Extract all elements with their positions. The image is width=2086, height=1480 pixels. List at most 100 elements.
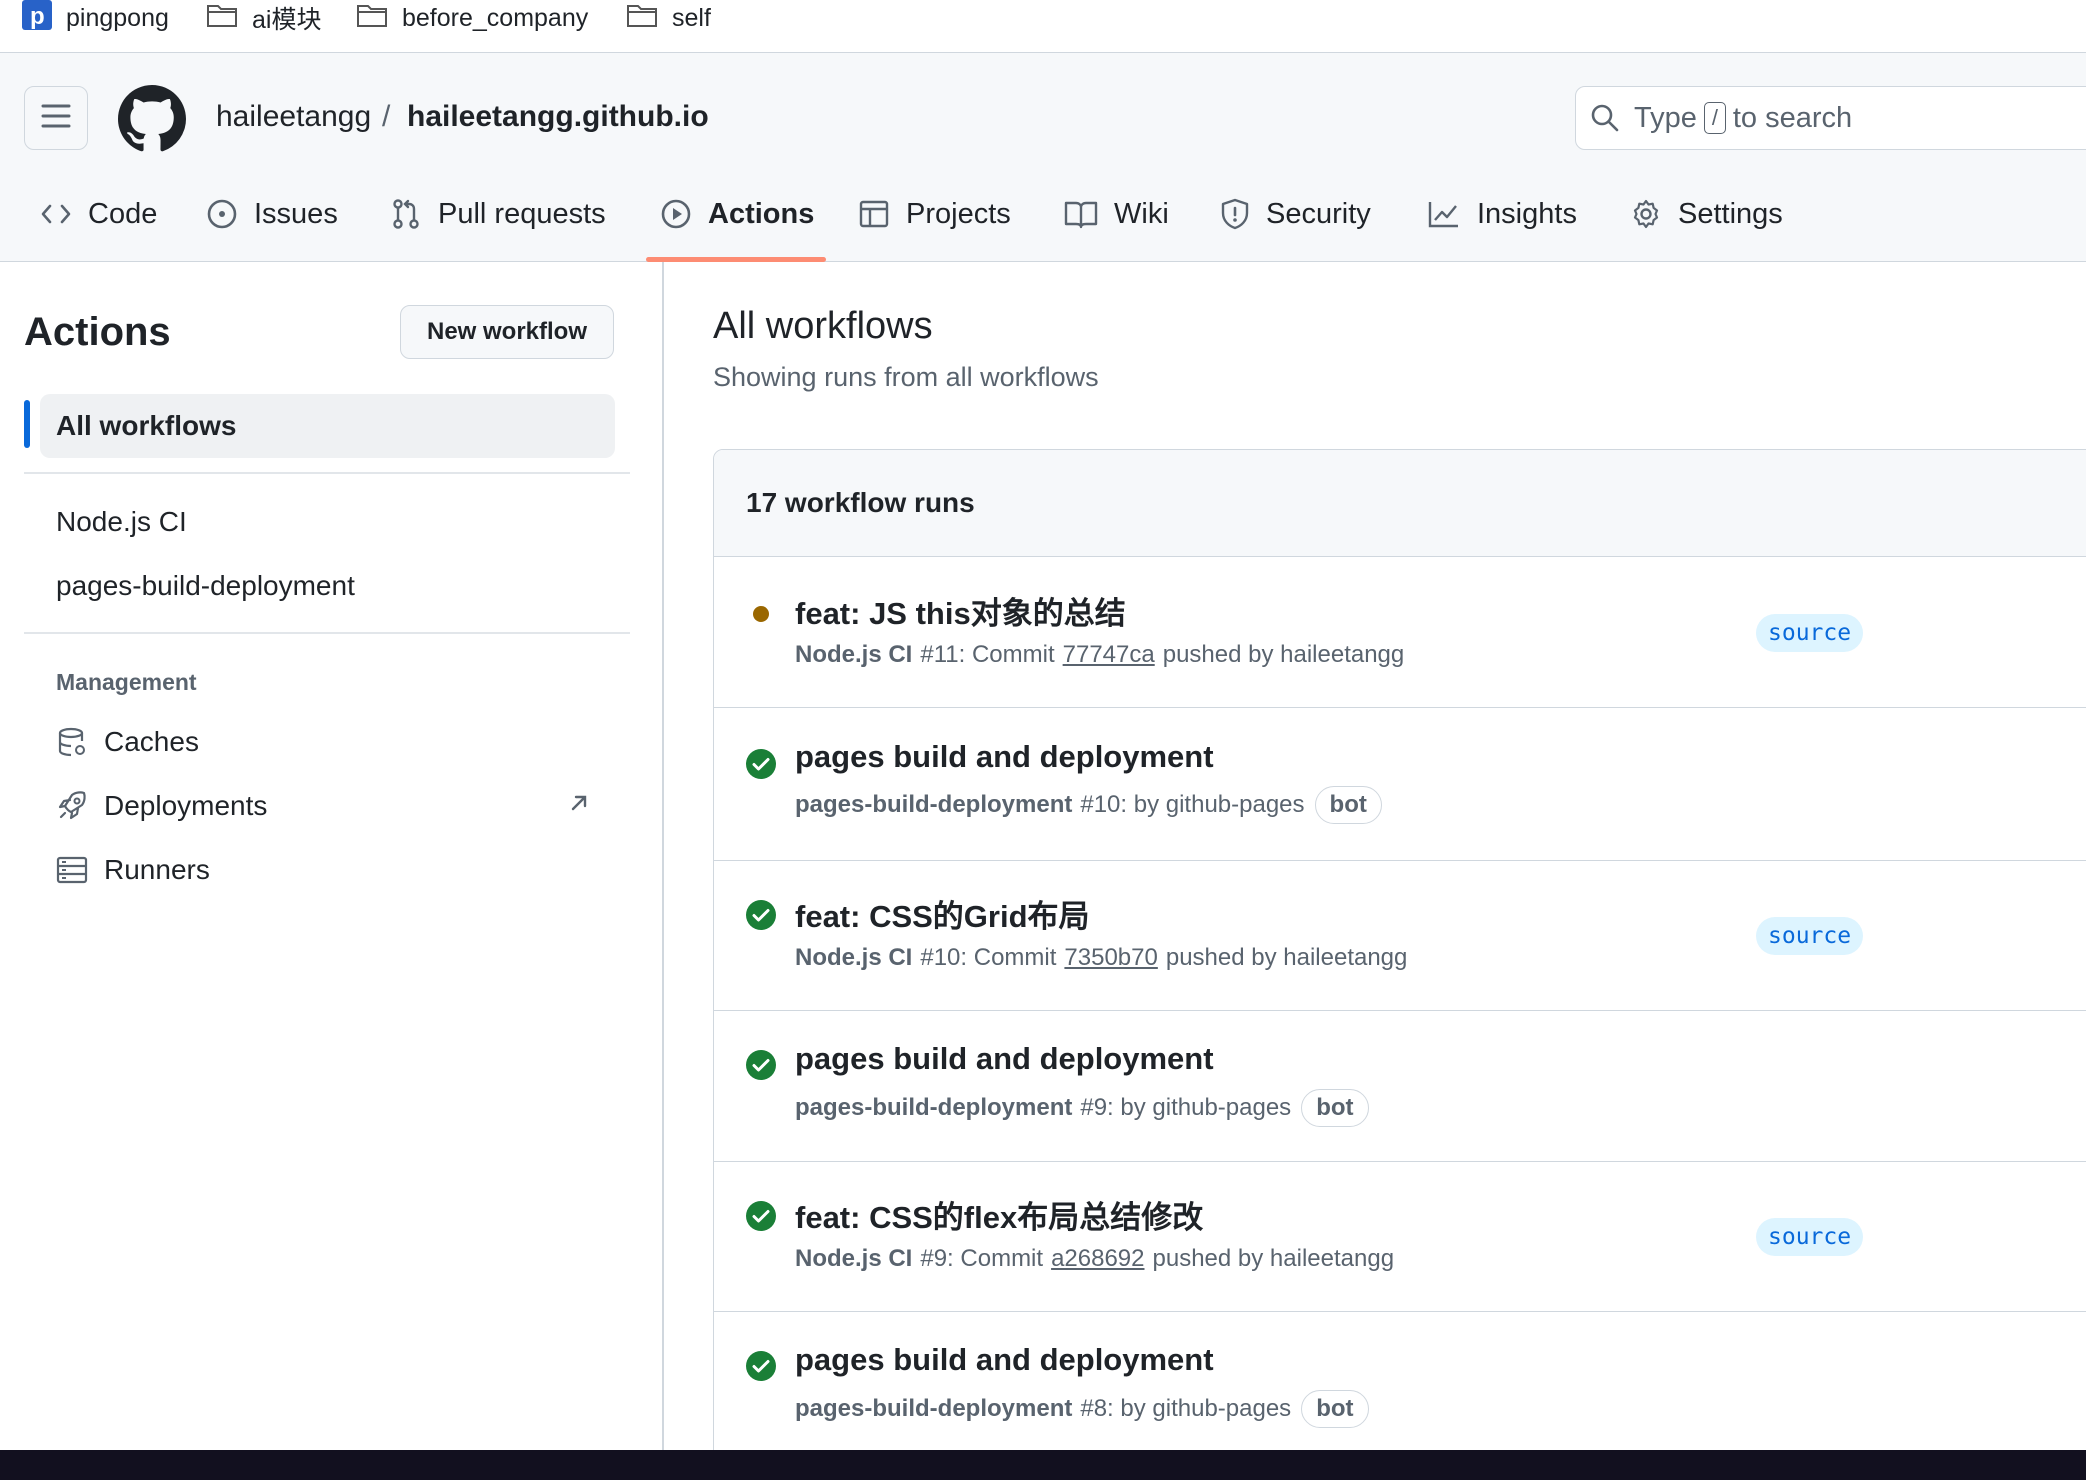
- tab-issues[interactable]: Issues: [206, 192, 338, 236]
- branch-tag[interactable]: source: [1756, 917, 1864, 955]
- run-author: #8: by github-pages: [1080, 1395, 1292, 1422]
- tab-label: Code: [88, 197, 158, 230]
- run-title[interactable]: pages build and deployment: [795, 739, 1214, 775]
- tab-code[interactable]: Code: [40, 192, 157, 236]
- commit-sha-link[interactable]: 7350b70: [1064, 944, 1157, 972]
- run-author: pushed by haileetangg: [1162, 641, 1405, 668]
- run-title[interactable]: feat: CSS的flex布局总结修改: [795, 1192, 1203, 1237]
- workflow-runs-list: 17 workflow runs feat: JS this对象的总结 Node…: [713, 449, 2086, 1480]
- sidebar-item-all-workflows[interactable]: All workflows: [40, 394, 615, 458]
- success-check-icon: [745, 1350, 777, 1387]
- tab-insights[interactable]: Insights: [1427, 192, 1577, 236]
- run-title[interactable]: pages build and deployment: [795, 1041, 1214, 1077]
- in-progress-status-icon: [745, 598, 777, 635]
- github-logo-icon[interactable]: [118, 85, 186, 153]
- success-check-icon: [745, 1200, 777, 1237]
- bookmark-ai[interactable]: ai模块: [206, 0, 321, 36]
- workflow-run-row[interactable]: pages build and deployment pages-build-d…: [714, 708, 2086, 861]
- rocket-icon: [56, 790, 104, 822]
- pull-request-icon: [390, 198, 438, 230]
- menu-button[interactable]: [24, 86, 88, 150]
- run-author: #10: by github-pages: [1080, 791, 1305, 818]
- bookmark-self[interactable]: self: [626, 0, 711, 36]
- run-title[interactable]: pages build and deployment: [795, 1342, 1214, 1378]
- tab-label: Issues: [254, 197, 338, 230]
- code-icon: [40, 200, 88, 228]
- bot-badge: bot: [1301, 1390, 1369, 1428]
- new-workflow-button[interactable]: New workflow: [400, 305, 614, 359]
- sidebar-item-deployments[interactable]: Deployments: [56, 790, 596, 822]
- bot-badge: bot: [1301, 1089, 1369, 1127]
- sidebar-item-runners[interactable]: Runners: [56, 854, 210, 886]
- sidebar-item-nodejs-ci[interactable]: Node.js CI: [40, 490, 615, 554]
- branch-tag[interactable]: source: [1756, 1218, 1864, 1256]
- run-meta: pages-build-deployment #9: by github-pag…: [795, 1089, 1369, 1127]
- tab-actions[interactable]: Actions: [660, 192, 814, 236]
- run-title[interactable]: feat: CSS的Grid布局: [795, 891, 1090, 936]
- play-icon: [660, 198, 708, 230]
- search-suffix: to search: [1732, 101, 1853, 134]
- workflow-run-row[interactable]: pages build and deployment pages-build-d…: [714, 1011, 2086, 1162]
- runs-count-label: 17 workflow runs: [746, 487, 975, 518]
- tab-settings[interactable]: Settings: [1630, 192, 1783, 236]
- external-link-icon: [568, 792, 606, 814]
- run-workflow-name: Node.js CI: [795, 944, 913, 971]
- folder-icon: [206, 2, 252, 35]
- run-number: #10: Commit: [920, 944, 1057, 971]
- bot-badge: bot: [1314, 786, 1382, 824]
- tab-label: Insights: [1477, 197, 1577, 230]
- slash-key-hint: /: [1703, 102, 1726, 134]
- run-workflow-name: Node.js CI: [795, 1245, 913, 1272]
- tab-label: Projects: [906, 197, 1011, 230]
- folder-icon: [626, 2, 672, 35]
- workflow-run-row[interactable]: feat: JS this对象的总结 Node.js CI #11: Commi…: [714, 558, 2086, 708]
- commit-sha-link[interactable]: a268692: [1051, 1245, 1144, 1273]
- page-title: All workflows: [713, 305, 933, 347]
- tab-wiki[interactable]: Wiki: [1064, 192, 1169, 236]
- divider: [24, 632, 630, 634]
- bookmark-label: self: [672, 3, 711, 32]
- tab-projects[interactable]: Projects: [858, 192, 1011, 236]
- workflow-run-row[interactable]: feat: CSS的flex布局总结修改 Node.js CI #9: Comm…: [714, 1162, 2086, 1312]
- run-workflow-name: pages-build-deployment: [795, 1395, 1073, 1422]
- tab-label: Security: [1266, 197, 1371, 230]
- run-title[interactable]: feat: JS this对象的总结: [795, 588, 1126, 633]
- database-icon: [56, 726, 104, 758]
- bookmark-pingpong[interactable]: p pingpong: [22, 0, 169, 36]
- branch-tag[interactable]: source: [1756, 614, 1864, 652]
- sidebar-item-label: Runners: [104, 854, 210, 885]
- repo-name-link[interactable]: haileetangg.github.io: [407, 100, 709, 134]
- workflow-run-row[interactable]: feat: CSS的Grid布局 Node.js CI #10: Commit …: [714, 861, 2086, 1011]
- folder-icon: [356, 2, 402, 35]
- workflow-run-row[interactable]: pages build and deployment pages-build-d…: [714, 1312, 2086, 1463]
- issue-icon: [206, 198, 254, 230]
- search-input[interactable]: Type / to search: [1575, 86, 2086, 150]
- run-meta: Node.js CI #11: Commit 77747ca pushed by…: [795, 641, 1404, 669]
- run-number: #11: Commit: [920, 641, 1055, 668]
- bookmark-before-company[interactable]: before_company: [356, 0, 588, 36]
- sidebar-title: Actions: [24, 310, 171, 354]
- graph-icon: [1427, 199, 1477, 229]
- run-meta: Node.js CI #9: Commit a268692 pushed by …: [795, 1245, 1394, 1273]
- run-number: #9: Commit: [920, 1245, 1044, 1272]
- selected-item-indicator: [24, 400, 30, 448]
- page-subtitle: Showing runs from all workflows: [713, 362, 1099, 392]
- run-workflow-name: pages-build-deployment: [795, 791, 1073, 818]
- run-author: pushed by haileetangg: [1152, 1245, 1395, 1272]
- repo-owner-link[interactable]: haileetangg: [216, 100, 371, 134]
- tab-label: Pull requests: [438, 197, 606, 230]
- run-meta: pages-build-deployment #8: by github-pag…: [795, 1390, 1369, 1428]
- commit-sha-link[interactable]: 77747ca: [1063, 641, 1155, 669]
- sidebar-item-pages-build-deployment[interactable]: pages-build-deployment: [40, 554, 615, 618]
- tab-security[interactable]: Security: [1220, 192, 1371, 236]
- gear-icon: [1630, 198, 1678, 230]
- svg-text:p: p: [30, 3, 45, 30]
- sidebar-item-caches[interactable]: Caches: [56, 726, 199, 758]
- success-check-icon: [745, 748, 777, 785]
- sidebar-item-label: Deployments: [104, 790, 268, 821]
- desktop-edge: [0, 1450, 2086, 1480]
- run-author: #9: by github-pages: [1080, 1094, 1292, 1121]
- tab-label: Actions: [708, 197, 815, 230]
- run-author: pushed by haileetangg: [1165, 944, 1408, 971]
- tab-pull-requests[interactable]: Pull requests: [390, 192, 606, 236]
